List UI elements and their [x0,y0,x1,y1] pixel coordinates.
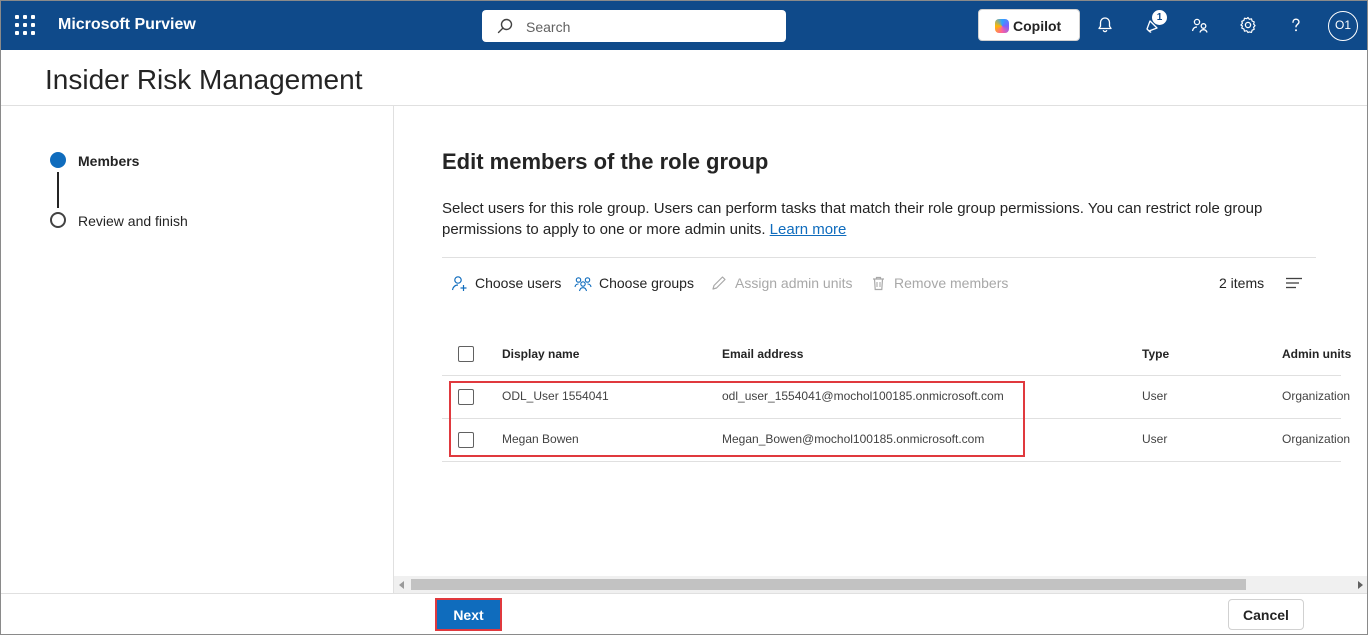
header-divider [1,105,1367,106]
next-button[interactable]: Next [435,598,502,631]
search-icon [497,18,513,34]
next-label: Next [453,606,484,623]
choose-users-button[interactable]: Choose users [451,273,561,293]
scrollbar-thumb[interactable] [411,579,1246,590]
help-icon[interactable] [1286,15,1306,35]
assign-admin-units-label: Assign admin units [735,275,853,291]
section-title: Edit members of the role group [442,149,769,174]
choose-groups-label: Choose groups [599,275,694,291]
page-title: Insider Risk Management [45,64,363,95]
people-group-icon [574,276,592,291]
gear-icon[interactable] [1238,15,1258,35]
bell-icon[interactable] [1095,15,1115,35]
step-review-and-finish[interactable]: Review and finish [78,213,188,229]
highlight-box [449,381,1025,457]
choose-users-label: Choose users [475,275,562,291]
items-count: 2 items [1219,275,1265,291]
cell-admin-units: Organization [1282,389,1351,403]
avatar[interactable]: O1 [1328,11,1358,41]
step-indicator-current [50,152,66,168]
panel-divider [393,106,394,593]
step-connector [57,172,59,208]
header-divider-line [442,375,1341,376]
select-all-checkbox[interactable] [458,346,474,362]
copilot-button[interactable]: Copilot [978,9,1080,41]
add-person-icon [451,275,467,291]
column-header-email-address[interactable]: Email address [722,347,803,361]
scroll-right-arrow-icon[interactable] [1358,581,1363,589]
row-divider-line [442,461,1341,462]
column-header-type[interactable]: Type [1142,347,1169,361]
learn-more-link[interactable]: Learn more [770,221,847,238]
scroll-left-arrow-icon[interactable] [399,581,404,589]
footer-divider [1,593,1367,594]
notification-badge: 1 [1152,10,1167,25]
step-members[interactable]: Members [78,153,139,169]
remove-members-label: Remove members [894,275,1009,291]
horizontal-scrollbar[interactable] [394,576,1367,593]
choose-groups-button[interactable]: Choose groups [574,273,694,293]
cancel-button[interactable]: Cancel [1228,599,1304,630]
column-header-display-name[interactable]: Display name [502,347,579,361]
app-frame: Microsoft Purview Search Copilot 1 O1 In… [0,0,1368,635]
community-icon[interactable] [1190,15,1210,35]
assign-admin-units-button[interactable]: Assign admin units [710,273,853,293]
copilot-icon [995,19,1009,33]
section-description: Select users for this role group. Users … [442,198,1322,240]
app-name[interactable]: Microsoft Purview [58,16,196,34]
cell-admin-units: Organization [1282,432,1351,446]
description-text: Select users for this role group. Users … [442,200,1263,238]
search-box[interactable]: Search [482,10,786,42]
step-indicator-pending [50,212,66,228]
column-header-admin-units[interactable]: Admin units [1282,347,1351,361]
trash-icon [873,276,884,290]
list-options-icon[interactable] [1285,277,1303,289]
pencil-icon [712,275,726,290]
cell-type: User [1142,432,1168,446]
remove-members-button[interactable]: Remove members [870,273,1008,293]
description-divider [442,257,1316,258]
app-launcher-icon[interactable] [15,15,35,35]
top-bar: Microsoft Purview Search Copilot 1 O1 [1,1,1367,50]
cell-type: User [1142,389,1168,403]
copilot-label: Copilot [1013,18,1062,34]
search-placeholder[interactable]: Search [526,19,570,35]
